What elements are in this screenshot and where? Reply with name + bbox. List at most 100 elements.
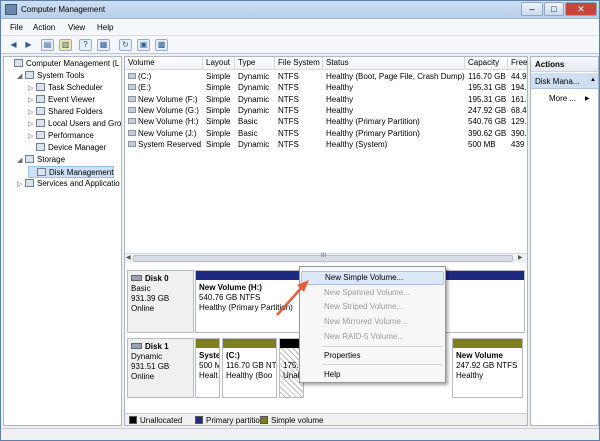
partition-title: New Volume (H:) (199, 283, 262, 292)
scroll-right-icon[interactable]: ▶ (518, 254, 523, 261)
clock-icon (36, 83, 45, 91)
settings-icon[interactable]: ▩ (155, 39, 168, 51)
volume-name[interactable]: New Volume (F:) (125, 94, 203, 106)
horizontal-scrollbar[interactable]: ◀ III ▶ (125, 253, 527, 263)
cell-text: NTFS (278, 83, 299, 93)
back-icon[interactable]: ◀ (7, 39, 20, 51)
context-menu-item[interactable]: New Simple Volume... (301, 271, 444, 285)
disk-label[interactable]: Disk 0 Basic 931.39 GB Online (127, 270, 194, 333)
cell-text: (E:) (138, 83, 151, 93)
refresh-icon[interactable]: ↻ (119, 39, 132, 51)
column-header[interactable]: Free (508, 57, 527, 70)
table-cell: 129. (508, 116, 527, 128)
menu-view[interactable]: View (68, 23, 85, 32)
legend-label: Unallocated (140, 416, 183, 425)
tree-item[interactable]: ▷ Task Scheduler (28, 82, 103, 94)
show-tree-icon[interactable]: ▥ (59, 39, 72, 51)
tree-item[interactable]: Disk Management (28, 166, 115, 178)
up-folder-icon[interactable]: ▤ (41, 39, 54, 51)
menu-file[interactable]: File (10, 23, 23, 32)
collapse-icon[interactable]: ▲ (590, 77, 596, 83)
tree-item[interactable]: ▷ Local Users and Gro (28, 118, 121, 130)
tree-item[interactable]: ▷ Performance (28, 130, 94, 142)
cell-text: Simple (206, 117, 231, 127)
more-actions-label: More ... (549, 94, 577, 103)
column-header[interactable]: Volume (125, 57, 203, 70)
partition-title: (C:) (226, 351, 240, 360)
title-bar[interactable]: Computer Management – □ ✕ (1, 1, 599, 19)
tree-expander-icon[interactable]: ▷ (17, 179, 25, 191)
menu-help[interactable]: Help (97, 23, 113, 32)
console-tree: Computer Management (L ◢ System Tools ▷ Task… (3, 56, 122, 426)
export-icon[interactable]: ▣ (137, 39, 150, 51)
forward-icon[interactable]: ▶ (22, 39, 35, 51)
properties-icon[interactable]: ▦ (97, 39, 110, 51)
table-cell: 116.70 GB (465, 71, 508, 83)
partition-size: 500 M (199, 361, 220, 370)
column-header[interactable]: Capacity (465, 57, 508, 70)
volume-name[interactable]: New Volume (J:) (125, 128, 203, 140)
maximize-button[interactable]: □ (544, 2, 564, 16)
tree-item[interactable]: ▷ Event Viewer (28, 94, 95, 106)
context-menu-item[interactable]: Properties (301, 349, 444, 363)
menu-separator (322, 346, 442, 347)
volume-name[interactable]: New Volume (H:) (125, 116, 203, 128)
table-cell: Dynamic (235, 94, 275, 106)
volume-name[interactable]: (E:) (125, 82, 203, 94)
tools-icon (25, 71, 34, 79)
users-icon (36, 119, 45, 127)
folder-icon (36, 107, 45, 115)
volume-name[interactable]: (C:) (125, 71, 203, 83)
disk-icon (37, 168, 46, 176)
partition[interactable]: New Volume 247.92 GB NTFS Healthy (452, 338, 523, 398)
volume-icon (128, 106, 136, 113)
cell-text: Simple (206, 139, 231, 149)
disk-status: Online (131, 304, 155, 313)
tree-item[interactable]: Device Manager (28, 142, 106, 154)
tree-item[interactable]: ◢ Storage (17, 154, 65, 166)
table-cell: Healthy (323, 105, 465, 117)
cell-text: Healthy (326, 94, 354, 104)
column-header[interactable]: Status (323, 57, 465, 70)
cell-text: Healthy (326, 105, 354, 115)
tree-expander-icon[interactable]: ◢ (17, 155, 25, 167)
volume-name[interactable]: System Reserved (125, 139, 203, 151)
help-icon[interactable]: ? (79, 39, 92, 51)
disk-type: Basic (131, 284, 151, 293)
table-cell: Simple (203, 82, 235, 94)
table-cell: Simple (203, 139, 235, 151)
annotation-arrow-icon (276, 280, 309, 316)
more-actions[interactable]: More ... ▶ (549, 94, 590, 103)
minimize-button[interactable]: – (521, 2, 543, 16)
legend-item: Unallocated (129, 416, 182, 425)
actions-section-label: Disk Mana... (535, 77, 580, 86)
tree-expander-icon[interactable]: ◢ (17, 71, 25, 83)
tree-item[interactable]: ◢ System Tools (17, 70, 84, 82)
actions-disk-management[interactable]: Disk Mana... ▲ (531, 73, 598, 89)
menu-action[interactable]: Action (33, 23, 55, 32)
table-cell: Dynamic (235, 71, 275, 83)
cell-text: Basic (238, 128, 258, 138)
column-header[interactable]: File System (275, 57, 323, 70)
tree-item-label: System Tools (37, 71, 85, 80)
partition[interactable]: Syste 500 M Healt (195, 338, 220, 398)
context-menu-item: New Striped Volume... (324, 302, 404, 311)
column-header[interactable]: Layout (203, 57, 235, 70)
tree-item[interactable]: ▷ Shared Folders (28, 106, 103, 118)
partition[interactable]: (C:)116.70 GB NTFSHealthy (Boo (222, 338, 277, 398)
table-cell: NTFS (275, 128, 323, 140)
tree-item[interactable]: ▷ Services and Applicatio (17, 178, 120, 190)
disk-label[interactable]: Disk 1 Dynamic 931.51 GB Online (127, 338, 194, 398)
tree-item-label: Task Scheduler (48, 83, 103, 92)
tree-item[interactable]: Computer Management (L (6, 58, 119, 70)
column-header[interactable]: Type (235, 57, 275, 70)
disk-icon (131, 343, 142, 349)
cell-text: Simple (206, 72, 231, 81)
context-menu-item[interactable]: Help (301, 368, 444, 382)
scroll-left-icon[interactable]: ◀ (126, 254, 131, 261)
actions-pane: Actions Disk Mana... ▲ More ... ▶ (530, 56, 599, 426)
volume-name[interactable]: New Volume (G:) (125, 105, 203, 117)
close-button[interactable]: ✕ (565, 2, 597, 16)
cell-text: Healthy (326, 83, 354, 93)
cell-text: Dynamic (238, 83, 270, 93)
